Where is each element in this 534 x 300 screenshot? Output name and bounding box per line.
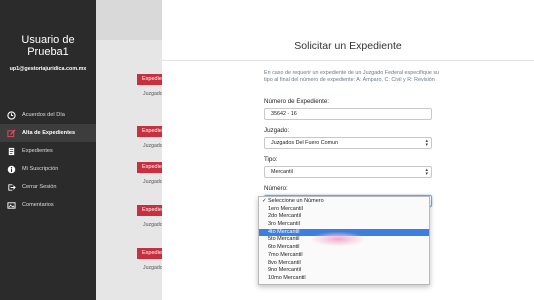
dropdown-option[interactable]: 1ero Mercantil — [259, 206, 429, 214]
user-email: up1@gestoriajuridica.com.mx — [9, 66, 87, 72]
sidebar-item-comentarios[interactable]: Comentarios — [0, 196, 96, 214]
sidebar-item-label: Comentarios — [22, 202, 54, 208]
info-icon — [6, 164, 16, 174]
dropdown-option[interactable]: 5to Mercantil — [259, 236, 429, 244]
updown-arrows-icon: ▴▾ — [425, 167, 428, 177]
sidebar: Usuario de Prueba1 up1@gestoriajuridica.… — [0, 0, 96, 300]
list-item[interactable]: Expediente Juzgado — [137, 248, 162, 271]
numero-dropdown[interactable]: ✓Seleccione un Número 1ero Mercantil 2do… — [258, 196, 430, 285]
juzgado-label: Juzgado — [143, 143, 162, 149]
juzgado-value: Juzgados Del Fuero Comun — [271, 140, 339, 146]
juzgado-select[interactable]: Juzgados Del Fuero Comun ▴ ▾ — [264, 137, 432, 149]
tipo-select[interactable]: Mercantil ▴ ▾ — [264, 166, 432, 178]
juzgado-label: Juzgado — [143, 265, 162, 271]
clock-icon — [6, 110, 16, 120]
expediente-badge: Expediente — [137, 74, 162, 85]
tipo-label: Tipo: — [264, 156, 278, 163]
dropdown-option[interactable]: 9no Mercantil — [259, 267, 429, 275]
sidebar-item-alta-expedientes[interactable]: Alta de Expedientes — [0, 124, 96, 142]
juzgado-label: Juzgado — [143, 222, 162, 228]
expediente-value: 35642 - 16 — [271, 111, 297, 117]
updown-arrows-icon: ▴▾ — [425, 138, 428, 148]
expediente-badge: Expediente — [137, 248, 162, 259]
list-item[interactable]: Expediente Juzgado — [137, 74, 162, 97]
sidebar-item-label: Mi Suscripción — [22, 166, 59, 172]
dropdown-option[interactable]: 3ro Mercantil — [259, 221, 429, 229]
expediente-input[interactable]: 35642 - 16 — [264, 108, 432, 120]
background-header — [96, 0, 162, 40]
juzgado-label: Juzgado — [143, 179, 162, 185]
sidebar-item-label: Acuerdos del Día — [22, 112, 65, 118]
expediente-label: Número de Expediente: — [264, 98, 330, 105]
numero-label: Número: — [264, 185, 288, 192]
modal-title: Solicitar un Expediente — [294, 40, 402, 52]
list-item[interactable]: Expediente Juzgado — [137, 126, 162, 149]
sidebar-item-label: Cerrar Sesión — [22, 184, 57, 190]
tipo-value: Mercantil — [271, 169, 293, 175]
sidebar-item-suscripcion[interactable]: Mi Suscripción — [0, 160, 96, 178]
user-name: Usuario de Prueba1 — [21, 34, 75, 58]
list-item[interactable]: Expediente Juzgado — [137, 162, 162, 185]
sidebar-item-cerrar-sesion[interactable]: Cerrar Sesión — [0, 178, 96, 196]
logout-icon — [6, 182, 16, 192]
documents-icon — [6, 146, 16, 156]
dropdown-option-highlighted[interactable]: 4to Mercantil — [259, 228, 429, 237]
sidebar-item-label: Expedientes — [22, 148, 53, 154]
expediente-badge: Expediente — [137, 162, 162, 173]
expediente-badge: Expediente — [137, 205, 162, 216]
sidebar-item-label: Alta de Expedientes — [22, 130, 76, 136]
edit-icon — [6, 128, 16, 138]
sidebar-item-expedientes[interactable]: Expedientes — [0, 142, 96, 160]
image-icon — [6, 200, 16, 210]
dropdown-option[interactable]: 8vo Mercantil — [259, 260, 429, 268]
sidebar-item-acuerdos[interactable]: Acuerdos del Día — [0, 106, 96, 124]
dropdown-option[interactable]: 7mo Mercantil — [259, 252, 429, 260]
dropdown-option[interactable]: 2do Mercantil — [259, 213, 429, 221]
modal-divider — [162, 60, 534, 61]
juzgado-label: Juzgado — [143, 91, 162, 97]
sidebar-nav: Acuerdos del Día Alta de Expedientes Exp… — [0, 106, 96, 214]
dropdown-option[interactable]: 6to Mercantil — [259, 244, 429, 252]
expediente-badge: Expediente — [137, 126, 162, 137]
list-item[interactable]: Expediente Juzgado — [137, 205, 162, 228]
dropdown-option[interactable]: 10mo Mercantil — [259, 275, 429, 283]
dropdown-option[interactable]: ✓Seleccione un Número — [259, 198, 429, 206]
help-text: En caso de requerir un expediente de un … — [264, 70, 440, 83]
juzgado-label: Juzgado: — [264, 127, 290, 134]
